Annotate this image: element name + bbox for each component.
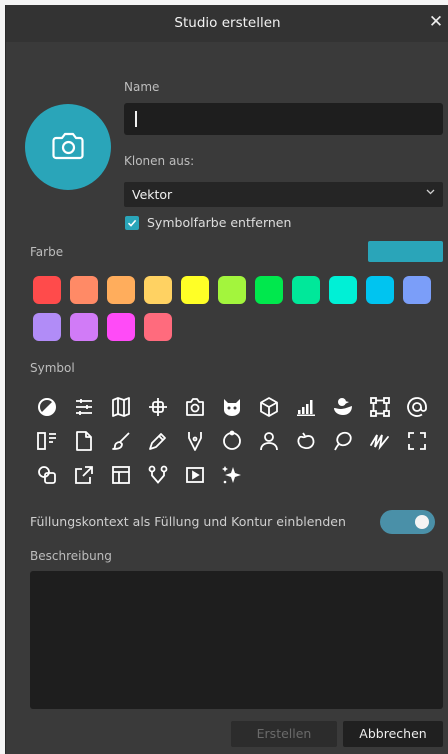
clone-label: Klonen aus: bbox=[124, 154, 195, 168]
create-studio-dialog: Studio erstellen ✕ Name Klonen aus: Vekt… bbox=[5, 5, 448, 754]
book-icon[interactable] bbox=[109, 395, 133, 419]
person-icon[interactable] bbox=[257, 429, 281, 453]
cube-icon[interactable] bbox=[257, 395, 281, 419]
lasso-icon[interactable] bbox=[331, 429, 355, 453]
dialog-title: Studio erstellen bbox=[174, 15, 281, 31]
color-swatch-violet[interactable] bbox=[70, 313, 98, 341]
title-bar: Studio erstellen ✕ bbox=[6, 5, 448, 42]
color-swatch-aqua[interactable] bbox=[329, 276, 357, 304]
cat-icon[interactable] bbox=[220, 395, 244, 419]
description-textarea[interactable] bbox=[30, 571, 443, 709]
name-label: Name bbox=[124, 80, 160, 94]
crosshair-icon[interactable] bbox=[146, 395, 170, 419]
selected-color-preview[interactable] bbox=[368, 241, 443, 262]
camera-icon[interactable] bbox=[183, 395, 207, 419]
checkmark-icon bbox=[127, 219, 137, 227]
toggle-knob bbox=[415, 515, 429, 529]
color-swatch-salmon[interactable] bbox=[70, 276, 98, 304]
circle-icon[interactable] bbox=[220, 429, 244, 453]
cancel-button[interactable]: Abbrechen bbox=[343, 721, 443, 747]
color-swatch-yellow[interactable] bbox=[181, 276, 209, 304]
sliders-icon[interactable] bbox=[72, 395, 96, 419]
scribble-icon[interactable] bbox=[368, 429, 392, 453]
color-swatch-green[interactable] bbox=[255, 276, 283, 304]
columns-icon[interactable] bbox=[35, 429, 59, 453]
vector-frame-icon[interactable] bbox=[368, 395, 392, 419]
studio-avatar[interactable] bbox=[25, 104, 111, 190]
create-button[interactable]: Erstellen bbox=[231, 721, 337, 747]
play-box-icon[interactable] bbox=[183, 463, 207, 487]
symbol-label: Symbol bbox=[30, 361, 75, 375]
color-swatch-periwinkle[interactable] bbox=[403, 276, 431, 304]
color-swatch-lavender[interactable] bbox=[33, 313, 61, 341]
duck-icon[interactable] bbox=[331, 395, 355, 419]
blob-icon[interactable] bbox=[294, 429, 318, 453]
color-swatch-gold[interactable] bbox=[144, 276, 172, 304]
signal-icon[interactable] bbox=[294, 395, 318, 419]
description-label: Beschreibung bbox=[30, 549, 112, 563]
color-swatch-lime[interactable] bbox=[218, 276, 246, 304]
clone-dropdown[interactable]: Vektor bbox=[124, 182, 443, 207]
clone-value: Vektor bbox=[132, 187, 173, 202]
remove-symbol-color-label[interactable]: Symbolfarbe entfernen bbox=[147, 215, 291, 230]
frame-corners-icon[interactable] bbox=[405, 429, 429, 453]
text-caret bbox=[135, 111, 137, 127]
shapes-icon[interactable] bbox=[35, 463, 59, 487]
brush-icon[interactable] bbox=[109, 429, 133, 453]
fill-context-toggle[interactable] bbox=[380, 510, 435, 534]
pen-icon[interactable] bbox=[146, 429, 170, 453]
layout-icon[interactable] bbox=[109, 463, 133, 487]
color-swatch-orange[interactable] bbox=[107, 276, 135, 304]
camera-icon bbox=[52, 132, 84, 160]
fill-context-label: Füllungskontext als Füllung und Kontur e… bbox=[30, 514, 346, 529]
node-icon[interactable] bbox=[146, 463, 170, 487]
color-swatch-sky[interactable] bbox=[366, 276, 394, 304]
export-icon[interactable] bbox=[72, 463, 96, 487]
color-label: Farbe bbox=[30, 245, 64, 259]
close-icon[interactable]: ✕ bbox=[427, 13, 445, 31]
name-input[interactable] bbox=[124, 103, 443, 135]
color-swatch-red[interactable] bbox=[33, 276, 61, 304]
pen-nib-icon[interactable] bbox=[183, 429, 207, 453]
sparkle-icon[interactable] bbox=[220, 463, 244, 487]
chevron-down-icon bbox=[426, 189, 435, 195]
color-swatch-mint[interactable] bbox=[292, 276, 320, 304]
at-icon[interactable] bbox=[405, 395, 429, 419]
remove-symbol-color-checkbox[interactable] bbox=[125, 216, 139, 230]
contrast-icon[interactable] bbox=[35, 395, 59, 419]
document-icon[interactable] bbox=[72, 429, 96, 453]
color-swatch-magenta[interactable] bbox=[107, 313, 135, 341]
color-swatch-pink[interactable] bbox=[144, 313, 172, 341]
